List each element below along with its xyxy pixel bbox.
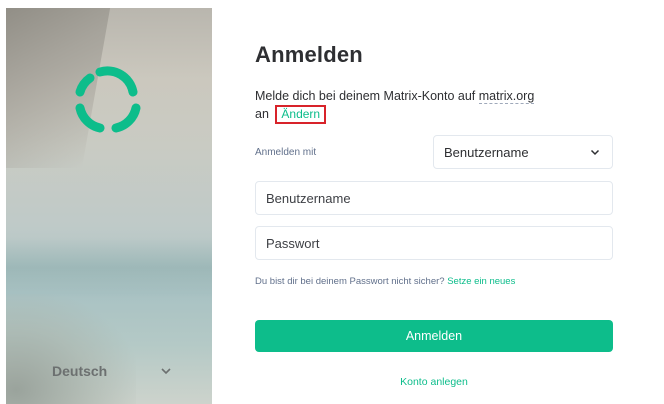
reset-password-link[interactable]: Setze ein neues xyxy=(447,276,515,287)
intro-text: Melde dich bei deinem Matrix-Konto auf xyxy=(255,89,479,103)
element-logo-icon xyxy=(75,66,141,133)
language-selector[interactable]: Deutsch xyxy=(52,360,172,382)
password-input[interactable] xyxy=(255,226,613,260)
forgot-password-row: Du bist dir bei deinem Passwort nicht si… xyxy=(255,276,515,287)
login-button[interactable]: Anmelden xyxy=(255,320,613,352)
server-name: matrix.org xyxy=(478,89,535,104)
login-intro: Melde dich bei deinem Matrix-Konto auf m… xyxy=(255,87,595,124)
background-foreground xyxy=(6,294,136,404)
chevron-down-icon xyxy=(161,368,171,375)
username-input[interactable] xyxy=(255,181,613,215)
create-account-link[interactable]: Konto anlegen xyxy=(255,376,613,388)
language-label: Deutsch xyxy=(52,363,108,379)
forgot-password-text: Du bist dir bei deinem Passwort nicht si… xyxy=(255,276,448,287)
chevron-down-icon xyxy=(590,149,600,156)
login-with-label: Anmelden mit xyxy=(255,147,317,158)
intro-suffix: an xyxy=(255,107,269,121)
login-method-select[interactable]: Benutzername xyxy=(433,135,613,169)
background-lake xyxy=(6,238,212,298)
page-title: Anmelden xyxy=(255,42,363,67)
change-server-link[interactable]: Ändern xyxy=(275,105,327,124)
login-method-value: Benutzername xyxy=(444,144,529,160)
